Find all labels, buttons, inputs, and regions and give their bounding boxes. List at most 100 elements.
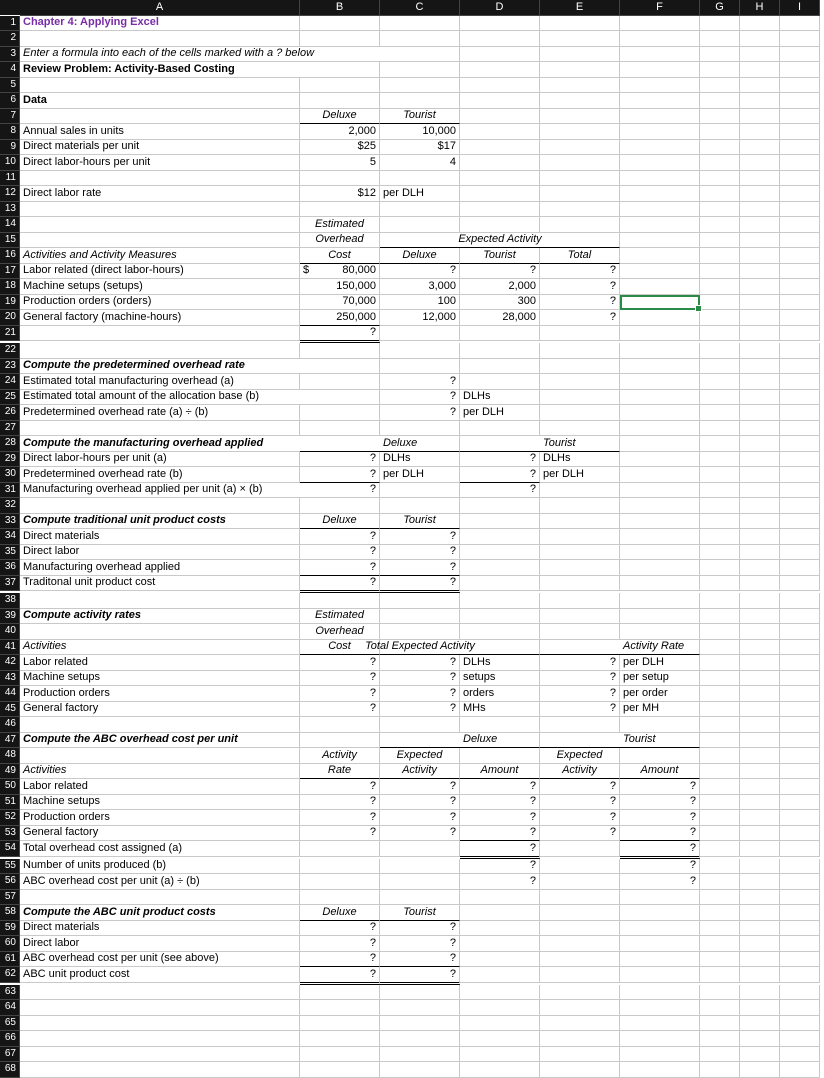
cell-H54[interactable] bbox=[740, 841, 780, 857]
cell-C38[interactable] bbox=[380, 593, 460, 609]
cell-B8[interactable]: 2,000 bbox=[300, 124, 380, 140]
row-53[interactable]: 53 bbox=[0, 826, 20, 842]
cell-E68[interactable] bbox=[540, 1062, 620, 1078]
row-58[interactable]: 58 bbox=[0, 905, 20, 921]
cell-B53[interactable]: ? bbox=[300, 826, 380, 842]
cell-A39[interactable]: Compute activity rates bbox=[20, 609, 300, 625]
cell-D19[interactable]: 300 bbox=[460, 295, 540, 311]
cell-H60[interactable] bbox=[740, 936, 780, 952]
cell-F32[interactable] bbox=[620, 498, 700, 514]
cell-E31[interactable] bbox=[540, 483, 620, 499]
row-7[interactable]: 7 bbox=[0, 109, 20, 125]
cell-C6[interactable] bbox=[380, 93, 460, 109]
cell-D22[interactable] bbox=[460, 343, 540, 359]
cell-C10[interactable]: 4 bbox=[380, 155, 460, 171]
row-34[interactable]: 34 bbox=[0, 529, 20, 545]
cell-A56[interactable]: ABC overhead cost per unit (a) ÷ (b) bbox=[20, 874, 300, 890]
cell-H21[interactable] bbox=[740, 326, 780, 342]
cell-C4[interactable] bbox=[380, 62, 460, 78]
row-39[interactable]: 39 bbox=[0, 609, 20, 625]
cell-H30[interactable] bbox=[740, 467, 780, 483]
cell-G26[interactable] bbox=[700, 405, 740, 421]
cell-H2[interactable] bbox=[740, 31, 780, 47]
cell-H6[interactable] bbox=[740, 93, 780, 109]
cell-B30[interactable]: ? bbox=[300, 467, 380, 483]
cell-B32[interactable] bbox=[300, 498, 380, 514]
cell-E37[interactable] bbox=[540, 576, 620, 592]
cell-B4[interactable] bbox=[300, 62, 380, 78]
cell-F68[interactable] bbox=[620, 1062, 700, 1078]
cell-F58[interactable] bbox=[620, 905, 700, 921]
row-25[interactable]: 25 bbox=[0, 390, 20, 406]
cell-B33[interactable]: Deluxe bbox=[300, 514, 380, 530]
cell-E66[interactable] bbox=[540, 1031, 620, 1047]
cell-H56[interactable] bbox=[740, 874, 780, 890]
cell-B45[interactable]: ? bbox=[300, 702, 380, 718]
cell-E60[interactable] bbox=[540, 936, 620, 952]
cell-A49[interactable]: Activities bbox=[20, 764, 300, 780]
col-G[interactable]: G bbox=[700, 0, 740, 16]
cell-I19[interactable] bbox=[780, 295, 820, 311]
cell-C51[interactable]: ? bbox=[380, 795, 460, 811]
cell-F19-selected[interactable] bbox=[620, 295, 700, 311]
cell-A32[interactable] bbox=[20, 498, 300, 514]
row-57[interactable]: 57 bbox=[0, 890, 20, 906]
cell-B25[interactable] bbox=[300, 390, 380, 406]
cell-F1[interactable] bbox=[620, 16, 700, 32]
cell-C68[interactable] bbox=[380, 1062, 460, 1078]
row-30[interactable]: 30 bbox=[0, 467, 20, 483]
cell-A6[interactable]: Data bbox=[20, 93, 300, 109]
cell-I35[interactable] bbox=[780, 545, 820, 561]
cell-E57[interactable] bbox=[540, 890, 620, 906]
col-B[interactable]: B bbox=[300, 0, 380, 16]
cell-C7[interactable]: Tourist bbox=[380, 109, 460, 125]
cell-A51[interactable]: Machine setups bbox=[20, 795, 300, 811]
cell-H19[interactable] bbox=[740, 295, 780, 311]
cell-E65[interactable] bbox=[540, 1016, 620, 1032]
cell-C65[interactable] bbox=[380, 1016, 460, 1032]
cell-B35[interactable]: ? bbox=[300, 545, 380, 561]
row-47[interactable]: 47 bbox=[0, 733, 20, 749]
cell-I28[interactable] bbox=[780, 436, 820, 452]
cell-E32[interactable] bbox=[540, 498, 620, 514]
cell-A21[interactable] bbox=[20, 326, 300, 342]
cell-G8[interactable] bbox=[700, 124, 740, 140]
row-8[interactable]: 8 bbox=[0, 124, 20, 140]
cell-E19[interactable]: ? bbox=[540, 295, 620, 311]
cell-G51[interactable] bbox=[700, 795, 740, 811]
cell-C22[interactable] bbox=[380, 343, 460, 359]
cell-I48[interactable] bbox=[780, 748, 820, 764]
cell-C29[interactable]: DLHs bbox=[380, 452, 460, 468]
row-46[interactable]: 46 bbox=[0, 717, 20, 733]
cell-E28[interactable]: Tourist bbox=[540, 436, 620, 452]
row-35[interactable]: 35 bbox=[0, 545, 20, 561]
cell-F8[interactable] bbox=[620, 124, 700, 140]
cell-I31[interactable] bbox=[780, 483, 820, 499]
row-67[interactable]: 67 bbox=[0, 1047, 20, 1063]
cell-H58[interactable] bbox=[740, 905, 780, 921]
cell-I64[interactable] bbox=[780, 1000, 820, 1016]
cell-H38[interactable] bbox=[740, 593, 780, 609]
cell-F9[interactable] bbox=[620, 140, 700, 156]
cell-G62[interactable] bbox=[700, 967, 740, 983]
cell-G47[interactable] bbox=[700, 733, 740, 749]
cell-E44[interactable]: ? bbox=[540, 686, 620, 702]
cell-C27[interactable] bbox=[380, 421, 460, 437]
cell-A8[interactable]: Annual sales in units bbox=[20, 124, 300, 140]
cell-B39[interactable]: Estimated bbox=[300, 609, 380, 625]
col-H[interactable]: H bbox=[740, 0, 780, 16]
cell-G44[interactable] bbox=[700, 686, 740, 702]
cell-F27[interactable] bbox=[620, 421, 700, 437]
cell-G13[interactable] bbox=[700, 202, 740, 218]
cell-D43[interactable]: setups bbox=[460, 671, 540, 687]
cell-B5[interactable] bbox=[300, 78, 380, 94]
cell-F41[interactable]: Activity Rate bbox=[620, 640, 700, 656]
cell-H8[interactable] bbox=[740, 124, 780, 140]
cell-H64[interactable] bbox=[740, 1000, 780, 1016]
cell-G23[interactable] bbox=[700, 359, 740, 375]
cell-C56[interactable] bbox=[380, 874, 460, 890]
row-62[interactable]: 62 bbox=[0, 967, 20, 983]
row-43[interactable]: 43 bbox=[0, 671, 20, 687]
cell-H41[interactable] bbox=[740, 640, 780, 656]
cell-H10[interactable] bbox=[740, 155, 780, 171]
